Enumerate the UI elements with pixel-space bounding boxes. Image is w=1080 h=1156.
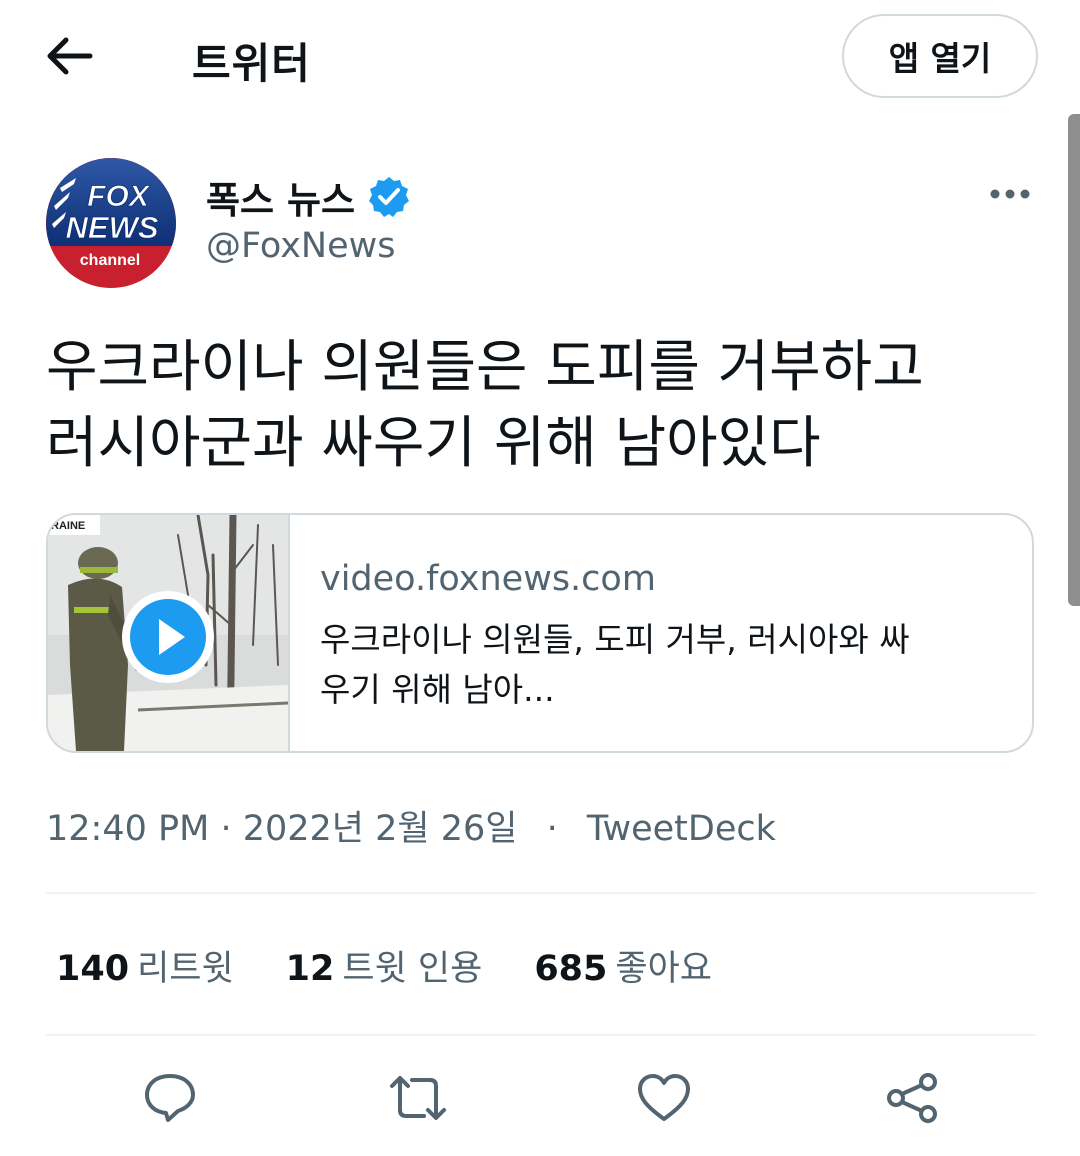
svg-text:NEWS: NEWS [66, 210, 159, 245]
tweet-text-line: 우크라이나 의원들은 도피를 거부하고 [46, 335, 924, 400]
fox-news-logo: FOX NEWS channel [46, 158, 176, 288]
stat-number: 12 [285, 949, 335, 989]
tweet-text-line: 러시아군과 싸우기 위해 남아있다 [46, 411, 821, 476]
meta-separator: · [546, 809, 558, 849]
divider [46, 892, 1036, 894]
divider [46, 1034, 1036, 1036]
retweet-button[interactable] [388, 1072, 446, 1124]
page-title: 트위터 [192, 39, 311, 88]
author-handle[interactable]: @FoxNews [206, 226, 396, 266]
tweet-text: 우크라이나 의원들은 도피를 거부하고 러시아군과 싸우기 위해 남아있다 [46, 330, 1036, 482]
svg-text:RAINE: RAINE [51, 520, 85, 532]
heart-icon [638, 1074, 690, 1121]
share-button[interactable] [884, 1072, 940, 1124]
quote-tweet-count[interactable]: 12 트윗 인용 [286, 940, 483, 991]
reply-button[interactable] [142, 1072, 198, 1124]
stat-number: 140 [56, 949, 130, 989]
engagement-stats: 140 리트윗 12 트윗 인용 685 좋아요 [56, 940, 764, 991]
author-name-row[interactable]: 폭스 뉴스 [206, 170, 411, 224]
more-options-button[interactable] [986, 176, 1038, 212]
open-app-button[interactable]: 앱 열기 [842, 14, 1038, 98]
stat-label: 트윗 인용 [342, 949, 483, 989]
retweet-icon [390, 1076, 446, 1120]
stat-number: 685 [534, 949, 608, 989]
avatar[interactable]: FOX NEWS channel [46, 158, 176, 288]
arrow-left-icon [47, 37, 93, 75]
svg-text:FOX: FOX [87, 180, 151, 213]
reply-icon [145, 1074, 195, 1122]
top-bar: 트위터 앱 열기 [0, 0, 1080, 112]
more-horizontal-icon [990, 189, 1030, 199]
svg-text:channel: channel [80, 252, 140, 269]
play-button[interactable] [120, 589, 216, 685]
tweet-meta: 12:40 PM · 2022년 2월 26일 · TweetDeck [46, 800, 776, 851]
back-button[interactable] [44, 34, 96, 78]
card-description-line: 우기 위해 남아... [320, 670, 555, 709]
share-icon [887, 1073, 937, 1123]
like-count[interactable]: 685 좋아요 [534, 940, 712, 991]
video-thumbnail[interactable]: RAINE [48, 515, 288, 751]
meta-separator: · [220, 809, 232, 849]
author-name[interactable]: 폭스 뉴스 [206, 170, 355, 224]
card-description-line: 우크라이나 의원들, 도피 거부, 러시아와 싸 [320, 620, 910, 659]
stat-label: 리트윗 [137, 949, 234, 989]
verified-badge-icon [369, 177, 410, 217]
scrollbar[interactable] [1068, 114, 1080, 606]
tweet-time[interactable]: 12:40 PM [46, 809, 209, 849]
play-icon [122, 591, 214, 683]
card-description: 우크라이나 의원들, 도피 거부, 러시아와 싸 우기 위해 남아... [320, 615, 1010, 715]
card-divider [288, 515, 290, 751]
tweet-page: 트위터 앱 열기 FOX NEWS channel 폭스 뉴스 @FoxNews… [0, 0, 1080, 1156]
stat-label: 좋아요 [615, 949, 712, 989]
like-button[interactable] [636, 1072, 692, 1124]
retweet-count[interactable]: 140 리트윗 [56, 940, 234, 991]
link-preview-card[interactable]: RAINE video.foxnews.com 우크라이나 의원들, 도피 거부… [46, 513, 1034, 753]
tweet-date[interactable]: 2022년 2월 26일 [243, 809, 518, 849]
tweet-source[interactable]: TweetDeck [587, 809, 776, 849]
card-domain: video.foxnews.com [320, 559, 656, 599]
